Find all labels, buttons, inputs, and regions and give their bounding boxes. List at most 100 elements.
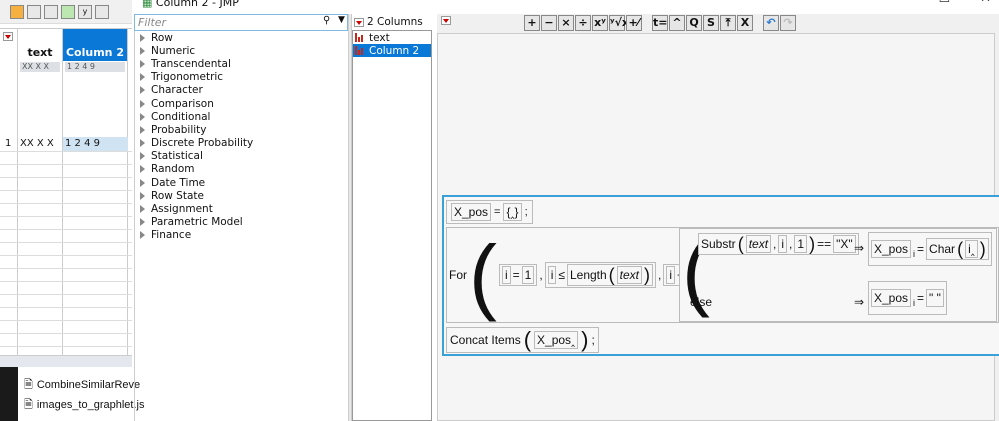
function-category-item[interactable]: Row State	[135, 189, 348, 202]
statement-assign-xpos[interactable]: X_pos = {‸} ;	[446, 200, 533, 224]
add-button[interactable]: +	[524, 14, 540, 31]
expand-triangle-icon[interactable]	[140, 112, 145, 121]
subscript[interactable]: i	[913, 249, 915, 259]
condition-expression[interactable]: i ≤ Length(text)	[544, 262, 657, 288]
then-assignment[interactable]: X_pos i = Char(i‸)	[868, 232, 992, 266]
peel-button[interactable]: ⤒	[720, 14, 736, 31]
table-row[interactable]: 1 XX X X 1 2 4 9	[0, 137, 132, 151]
column-header-text[interactable]: text	[18, 29, 62, 61]
variable-x-pos[interactable]: X_pos	[451, 203, 492, 221]
red-triangle-menu-icon[interactable]	[3, 32, 13, 41]
concat-items-statement[interactable]: Concat Items ( X_pos‸ ) ;	[446, 327, 599, 353]
for-loop[interactable]: For ( i=1, i≤Length(text), i++, If ( Sub…	[446, 227, 999, 323]
var-i[interactable]: i	[501, 266, 511, 284]
function-category-item[interactable]: Assignment	[135, 202, 348, 215]
expand-triangle-icon[interactable]	[140, 165, 145, 174]
char-call[interactable]: Char(i‸)	[926, 238, 989, 260]
root-button[interactable]: ʸ√x	[609, 14, 629, 31]
var-i[interactable]: i	[778, 235, 788, 253]
init-expression[interactable]: i = 1	[498, 264, 538, 286]
multiply-button[interactable]: ×	[558, 14, 574, 31]
formula-expression[interactable]: X_pos = {‸} ; For ( i = 1, i ≤ Length(text),…	[442, 195, 999, 356]
bar-chart-icon[interactable]	[61, 4, 75, 19]
function-category-item[interactable]: Discrete Probability	[135, 137, 348, 150]
column-item-column-2[interactable]: Column 2	[353, 44, 431, 57]
power-button[interactable]: xʸ	[592, 14, 608, 31]
condition[interactable]: Substr(text, i, 1) == "X"	[698, 233, 859, 255]
function-category-item[interactable]: Conditional	[135, 110, 348, 123]
function-category-item[interactable]: Parametric Model	[135, 216, 348, 229]
function-category-item[interactable]: Numeric	[135, 44, 348, 57]
function-category-item[interactable]: Statistical	[135, 150, 348, 163]
file-item[interactable]: 🗎 images_to_graphlet.js	[18, 395, 144, 415]
maximize-button[interactable]: ☐	[938, 0, 950, 5]
string-literal[interactable]: " "	[926, 289, 944, 307]
undo-button[interactable]: ↶	[763, 14, 779, 31]
function-category-item[interactable]: Transcendental	[135, 57, 348, 70]
expand-triangle-icon[interactable]	[140, 152, 145, 161]
string-literal[interactable]: "X"	[833, 235, 856, 253]
expand-triangle-icon[interactable]	[140, 86, 145, 95]
var-i[interactable]: i‸	[965, 240, 978, 258]
subscript[interactable]: i	[913, 298, 915, 308]
empty-list[interactable]: {‸}	[503, 203, 522, 221]
expand-triangle-icon[interactable]	[140, 139, 145, 148]
expand-triangle-icon[interactable]	[140, 125, 145, 134]
expand-triangle-icon[interactable]	[140, 59, 145, 68]
table-icon[interactable]	[10, 4, 24, 19]
cell-text[interactable]: XX X X	[20, 138, 54, 149]
function-category-item[interactable]: Probability	[135, 123, 348, 136]
horizontal-scrollbar[interactable]	[0, 355, 132, 367]
subtract-button[interactable]: −	[541, 14, 557, 31]
columns-icon[interactable]	[27, 4, 41, 19]
column-ref-text[interactable]: text	[745, 235, 772, 253]
grid-icon[interactable]	[44, 4, 58, 19]
redo-button[interactable]: ↷	[780, 14, 796, 31]
delete-button[interactable]: X	[737, 14, 753, 31]
divide-button[interactable]: ÷	[575, 14, 591, 31]
red-triangle-menu-icon[interactable]	[441, 16, 451, 25]
arrow-icon[interactable]	[95, 4, 109, 19]
value[interactable]: 1	[521, 266, 535, 284]
red-triangle-menu-icon[interactable]	[354, 17, 364, 27]
assign-button[interactable]: t=	[652, 14, 668, 31]
local-button[interactable]: Q	[686, 14, 702, 31]
value[interactable]: 1	[794, 235, 808, 253]
expand-triangle-icon[interactable]	[140, 218, 145, 227]
minimize-button[interactable]: –	[902, 0, 909, 5]
fit-y-by-x-icon[interactable]: y	[78, 4, 92, 19]
var-i[interactable]: i	[547, 266, 557, 284]
expand-triangle-icon[interactable]	[140, 191, 145, 200]
else-assignment[interactable]: X_pos i = " "	[868, 281, 947, 315]
expand-triangle-icon[interactable]	[140, 99, 145, 108]
function-category-item[interactable]: Comparison	[135, 97, 348, 110]
close-button[interactable]: ✕	[980, 0, 991, 5]
filter-dropdown-button[interactable]: ▼	[338, 15, 345, 25]
expand-triangle-icon[interactable]	[140, 231, 145, 240]
if-expression[interactable]: ( Substr(text, i, 1) == "X" ⇒ X_pos i = Char(i‸…	[679, 228, 997, 322]
expand-triangle-icon[interactable]	[140, 46, 145, 55]
function-category-item[interactable]: Row	[135, 31, 348, 44]
function-category-item[interactable]: Finance	[135, 229, 348, 242]
plus-minus-button[interactable]: +⁄−	[626, 14, 642, 43]
column-item-text[interactable]: text	[353, 31, 431, 44]
variable-x-pos[interactable]: X_pos	[871, 240, 912, 258]
expand-triangle-icon[interactable]	[140, 33, 145, 42]
length-call[interactable]: Length(text)	[566, 264, 654, 286]
variable-x-pos[interactable]: X_pos	[871, 289, 912, 307]
function-category-item[interactable]: Date Time	[135, 176, 348, 189]
column-header-column-2[interactable]: Column 2	[63, 29, 127, 61]
expand-triangle-icon[interactable]	[140, 205, 145, 214]
file-item[interactable]: 🗎 CombineSimilarReve	[18, 375, 140, 395]
cell-column-2[interactable]: 1 2 4 9	[63, 137, 128, 151]
filter-input[interactable]: Filter	[134, 14, 348, 31]
loop-button[interactable]: S	[703, 14, 719, 31]
expand-triangle-icon[interactable]	[140, 178, 145, 187]
caret-button[interactable]: ^	[669, 14, 685, 31]
function-category-item[interactable]: Character	[135, 84, 348, 97]
var-i[interactable]: i	[666, 266, 676, 284]
function-category-item[interactable]: Random	[135, 163, 348, 176]
function-category-item[interactable]: Trigonometric	[135, 71, 348, 84]
variable-x-pos[interactable]: X_pos‸	[534, 331, 579, 349]
column-ref-text[interactable]: text	[616, 266, 643, 284]
